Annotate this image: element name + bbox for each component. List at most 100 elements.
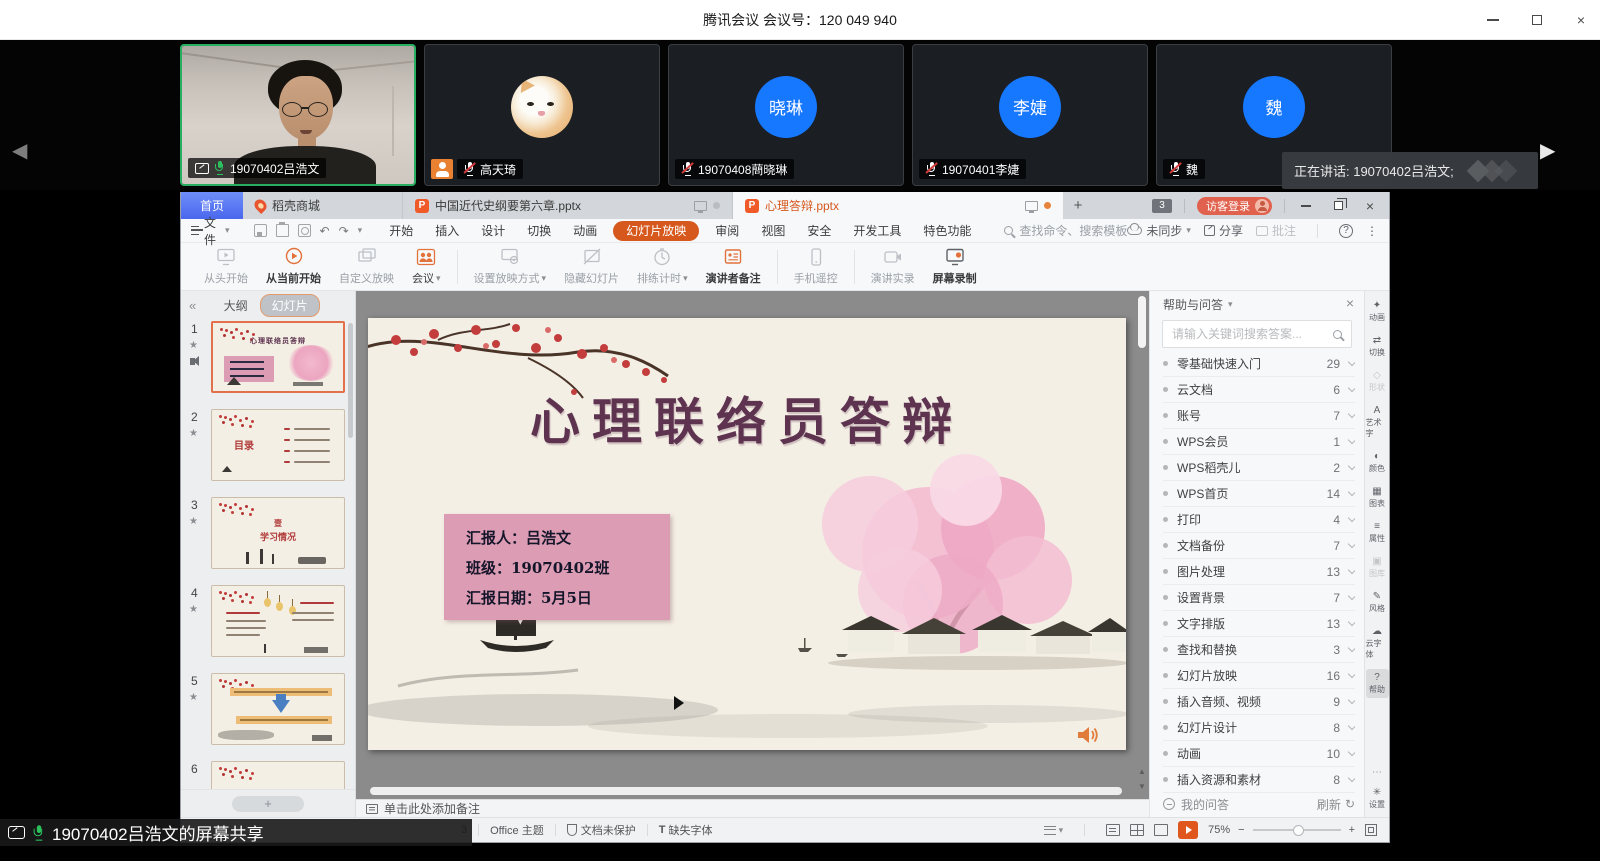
tab-document-2-active[interactable]: P 心理答辩.pptx bbox=[733, 192, 1063, 219]
help-topic[interactable]: 账号7 bbox=[1163, 403, 1355, 429]
help-topic[interactable]: 文字排版13 bbox=[1163, 611, 1355, 637]
command-search[interactable]: 查找命令、搜索模板 bbox=[1004, 222, 1127, 239]
add-slide-button[interactable]: + bbox=[232, 796, 304, 812]
missing-fonts-status[interactable]: T 缺失字体 bbox=[659, 822, 713, 838]
menu-animation[interactable]: 动画 bbox=[562, 219, 608, 243]
slide-info-box[interactable]: 汇报人：吕浩文 班级：19070402班 汇报日期：5月5日 bbox=[444, 514, 670, 620]
reading-view-icon[interactable] bbox=[1154, 824, 1168, 836]
slide-thumbnail-6[interactable]: 6 bbox=[211, 761, 345, 789]
menu-special-features[interactable]: 特色功能 bbox=[912, 219, 982, 243]
file-menu[interactable]: 文件 ▾ bbox=[191, 214, 238, 248]
sidebar-item-properties[interactable]: ≡属性 bbox=[1366, 518, 1389, 547]
wps-restore-button[interactable] bbox=[1329, 199, 1347, 213]
slides-tab-active[interactable]: 幻灯片 bbox=[260, 294, 320, 317]
zoom-slider[interactable] bbox=[1253, 829, 1341, 831]
ribbon-screen-record[interactable]: 屏幕录制 bbox=[924, 244, 986, 290]
help-topic[interactable]: 图片处理13 bbox=[1163, 559, 1355, 585]
help-topic[interactable]: 文档备份7 bbox=[1163, 533, 1355, 559]
help-topic[interactable]: WPS稻壳儿2 bbox=[1163, 455, 1355, 481]
menu-start[interactable]: 开始 bbox=[378, 219, 424, 243]
sidebar-item-color[interactable]: ◐颜色 bbox=[1366, 448, 1389, 477]
help-topic[interactable]: 幻灯片放映16 bbox=[1163, 663, 1355, 689]
help-topic[interactable]: 查找和替换3 bbox=[1163, 637, 1355, 663]
help-close-icon[interactable]: × bbox=[1346, 295, 1354, 311]
audio-speaker-icon[interactable] bbox=[1076, 724, 1100, 746]
fit-window-icon[interactable] bbox=[1365, 824, 1377, 836]
menu-security[interactable]: 安全 bbox=[796, 219, 842, 243]
guest-login-button[interactable]: 访客登录 bbox=[1197, 197, 1272, 215]
sync-status[interactable]: 未同步 ▾ bbox=[1127, 222, 1191, 239]
sidebar-item-wordart[interactable]: A艺术字 bbox=[1366, 402, 1389, 442]
participant-tile[interactable]: 高天琦 bbox=[424, 44, 660, 186]
help-topic[interactable]: 打印4 bbox=[1163, 507, 1355, 533]
notification-badge[interactable]: 3 bbox=[1152, 199, 1172, 213]
save-icon[interactable] bbox=[254, 224, 267, 237]
ribbon-presenter-notes[interactable]: 演讲者备注 bbox=[697, 244, 770, 290]
canvas-vscrollbar[interactable] bbox=[1138, 296, 1146, 348]
help-topic[interactable]: 云文档6 bbox=[1163, 377, 1355, 403]
canvas-scroll-buttons[interactable]: ▲ ▼ bbox=[1137, 768, 1147, 791]
protection-status[interactable]: 文档未保护 bbox=[567, 822, 636, 838]
help-topic[interactable]: 零基础快速入门29 bbox=[1163, 351, 1355, 377]
collapse-panel-icon[interactable]: « bbox=[189, 298, 196, 313]
sidebar-item-style[interactable]: ✎风格 bbox=[1366, 588, 1389, 617]
new-tab-button[interactable]: + bbox=[1063, 192, 1093, 219]
help-topic[interactable]: 插入资源和素材8 bbox=[1163, 767, 1355, 793]
menu-transition[interactable]: 切换 bbox=[516, 219, 562, 243]
slide-editor[interactable]: 心理联络员答辩 汇报人：吕浩文 班级：19070402班 汇报日期：5月5日 bbox=[368, 318, 1126, 750]
maximize-button[interactable] bbox=[1528, 11, 1546, 29]
status-menu-icon[interactable]: ▾ bbox=[1044, 825, 1064, 836]
sidebar-item-animation[interactable]: ✦动画 bbox=[1366, 297, 1389, 326]
strip-prev-icon[interactable]: ◀ bbox=[12, 138, 27, 163]
zoom-in-button[interactable]: + bbox=[1349, 824, 1355, 836]
customize-toolbar-caret[interactable]: ▾ bbox=[358, 225, 363, 236]
sidebar-item-help-active[interactable]: ?帮助 bbox=[1366, 669, 1389, 698]
participant-tile[interactable]: 晓琳 19070408蔄晓琳 bbox=[668, 44, 904, 186]
sidebar-more-icon[interactable]: ⋯ bbox=[1372, 767, 1382, 778]
tab-docer-store[interactable]: 稻壳商城 bbox=[243, 192, 403, 219]
share-button[interactable]: 分享 bbox=[1204, 222, 1243, 239]
zoom-out-button[interactable]: − bbox=[1238, 824, 1244, 836]
theme-label[interactable]: Office 主题 bbox=[490, 822, 544, 838]
help-topic[interactable]: 幻灯片设计8 bbox=[1163, 715, 1355, 741]
zoom-level[interactable]: 75% bbox=[1208, 824, 1230, 836]
ribbon-from-current[interactable]: 从当前开始 bbox=[257, 244, 330, 290]
chevron-down-icon[interactable]: ▾ bbox=[1228, 299, 1233, 310]
slide-thumbnail-3[interactable]: 3 ★ 壹 学习情况 bbox=[211, 497, 345, 569]
close-button[interactable]: × bbox=[1572, 11, 1590, 29]
slide-sorter-icon[interactable] bbox=[1130, 824, 1144, 836]
help-topic[interactable]: 动画10 bbox=[1163, 741, 1355, 767]
notes-bar[interactable]: 单击此处添加备注 bbox=[356, 799, 1149, 817]
help-topic[interactable]: WPS会员1 bbox=[1163, 429, 1355, 455]
print-icon[interactable] bbox=[276, 224, 289, 237]
sidebar-item-cloud-fonts[interactable]: ☁云字体 bbox=[1366, 623, 1389, 663]
slideshow-play-button[interactable] bbox=[1178, 821, 1198, 839]
help-icon[interactable]: ? bbox=[1339, 224, 1353, 238]
canvas-hscrollbar[interactable] bbox=[370, 787, 1122, 795]
normal-view-icon[interactable] bbox=[1106, 824, 1120, 836]
sidebar-item-chart[interactable]: ▦图表 bbox=[1366, 483, 1389, 512]
slide-thumbnail-2[interactable]: 2 ★ 目录 bbox=[211, 409, 345, 481]
sidebar-item-transition[interactable]: ⇄切换 bbox=[1366, 332, 1389, 361]
ribbon-meeting[interactable]: 会议▾ bbox=[403, 244, 450, 290]
slide-thumbnail-5[interactable]: 5 ★ bbox=[211, 673, 345, 745]
help-topic[interactable]: WPS首页14 bbox=[1163, 481, 1355, 507]
participant-tile[interactable]: 李婕 19070401李婕 bbox=[912, 44, 1148, 186]
refresh-button[interactable]: 刷新 ↻ bbox=[1317, 796, 1355, 813]
undo-icon[interactable]: ↶ bbox=[320, 224, 330, 238]
participant-tile[interactable]: 19070402吕浩文 bbox=[180, 44, 416, 186]
minimize-button[interactable] bbox=[1484, 11, 1502, 29]
print-preview-icon[interactable] bbox=[298, 224, 311, 237]
help-search-input[interactable] bbox=[1172, 327, 1333, 341]
wps-minimize-button[interactable] bbox=[1297, 199, 1315, 213]
help-search-box[interactable] bbox=[1162, 320, 1352, 348]
menu-review[interactable]: 审阅 bbox=[704, 219, 750, 243]
slide-thumbnail-1[interactable]: 1 ★ 心理联络员答辩 bbox=[211, 321, 345, 393]
wps-close-button[interactable]: × bbox=[1361, 199, 1379, 213]
slide-thumbnail-4[interactable]: 4 ★ bbox=[211, 585, 345, 657]
menu-view[interactable]: 视图 bbox=[750, 219, 796, 243]
help-topic[interactable]: 设置背景7 bbox=[1163, 585, 1355, 611]
zoom-slider-knob[interactable] bbox=[1293, 825, 1304, 836]
menu-slideshow-active[interactable]: 幻灯片放映 bbox=[613, 221, 699, 241]
sidebar-item-settings[interactable]: ✳设置 bbox=[1366, 784, 1389, 813]
